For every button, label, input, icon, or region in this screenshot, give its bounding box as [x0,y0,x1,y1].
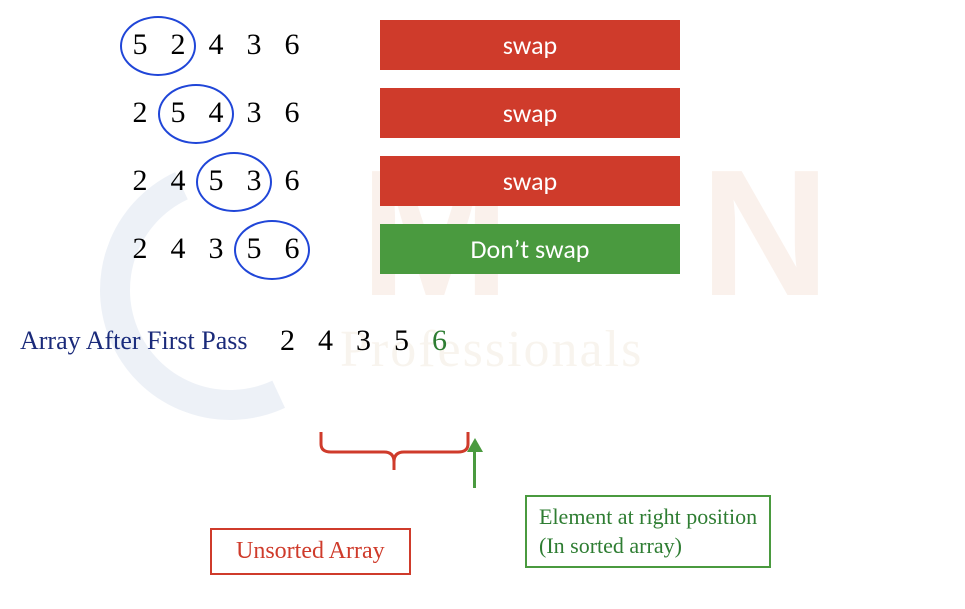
sorted-text-line1: Element at right position [539,503,757,532]
unsorted-element: 2 [277,324,297,358]
array-number: 6 [282,28,302,62]
array-display: 52436 [130,28,330,62]
array-number: 2 [130,164,150,198]
swap-action-box: swap [380,20,680,70]
array-number: 5 [130,28,150,62]
array-number: 6 [282,232,302,266]
step-row: 52436 swap [20,20,945,70]
array-number: 6 [282,164,302,198]
array-number: 5 [244,232,264,266]
array-number: 5 [206,164,226,198]
step-row: 25436 swap [20,88,945,138]
unsorted-element: 4 [315,324,335,358]
swap-action-box: swap [380,156,680,206]
array-number: 3 [206,232,226,266]
sorted-element: 6 [429,324,449,358]
unsorted-element: 3 [353,324,373,358]
array-number: 2 [130,96,150,130]
array-display: 24356 [130,232,330,266]
array-number: 4 [206,28,226,62]
swap-action-box: swap [380,88,680,138]
step-row: 24536 swap [20,156,945,206]
array-display: 24536 [130,164,330,198]
sorted-position-label: Element at right position (In sorted arr… [525,495,771,568]
array-number: 4 [168,232,188,266]
unsorted-array-label: Unsorted Array [210,528,411,575]
result-row: Array After First Pass 24356 [20,324,945,358]
array-number: 3 [244,28,264,62]
array-number: 4 [168,164,188,198]
sorted-text-line2: (In sorted array) [539,532,757,561]
result-array: 24356 [277,324,449,358]
unsorted-text: Unsorted Array [236,538,385,564]
dont-swap-action-box: Don’t swap [380,224,680,274]
array-number: 6 [282,96,302,130]
array-number: 2 [168,28,188,62]
array-number: 5 [168,96,188,130]
array-display: 25436 [130,96,330,130]
result-label: Array After First Pass [20,326,247,356]
array-number: 3 [244,96,264,130]
step-row: 24356 Don’t swap [20,224,945,274]
array-number: 4 [206,96,226,130]
array-number: 3 [244,164,264,198]
unsorted-element: 5 [391,324,411,358]
steps-container: 52436swap25436swap24536swap24356Don’t sw… [20,20,945,274]
unsorted-brace [316,432,476,482]
array-number: 2 [130,232,150,266]
